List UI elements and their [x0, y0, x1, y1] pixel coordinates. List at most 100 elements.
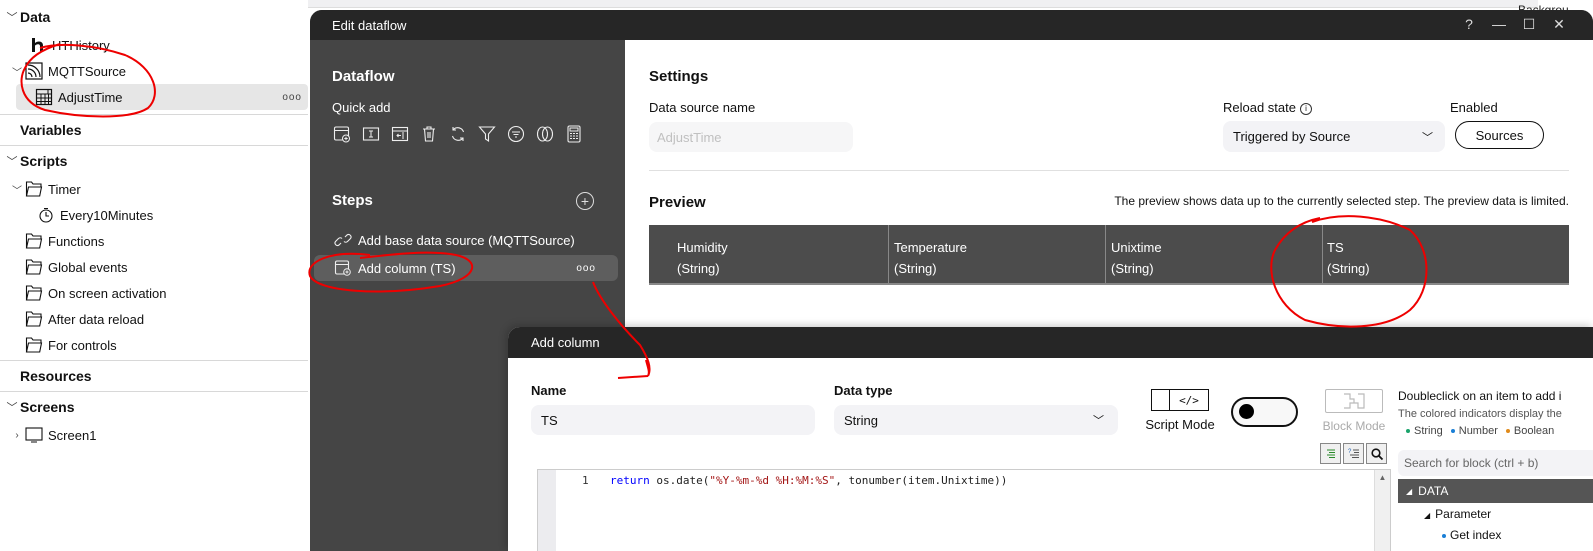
data-type-value: String	[844, 412, 878, 428]
block-category-data[interactable]: ◢ DATA	[1398, 479, 1593, 503]
column-header-temperature[interactable]: Temperature (String)	[889, 225, 1106, 283]
tree-section-scripts[interactable]: ﹀ Scripts	[0, 146, 308, 176]
code-keyword: return	[610, 474, 650, 487]
column-header-unixtime[interactable]: Unixtime (String)	[1106, 225, 1323, 283]
add-column-icon[interactable]	[332, 124, 352, 144]
filter-icon[interactable]	[477, 124, 497, 144]
triangle-down-icon: ◢	[1424, 511, 1431, 520]
script-editor[interactable]: 1 return os.date("%Y-%m-%d %H:%M:%S", to…	[537, 469, 1391, 551]
chevron-down-icon: ﹀	[1093, 415, 1104, 427]
tree-item-global-events[interactable]: Global events	[0, 254, 308, 280]
join-icon[interactable]	[535, 124, 555, 144]
chevron-down-icon[interactable]: ﹀	[10, 64, 24, 79]
preview-note: The preview shows data up to the current…	[1114, 194, 1569, 208]
tree-item-after-data-reload[interactable]: After data reload	[0, 306, 308, 332]
tree-section-resources[interactable]: Resources	[0, 361, 308, 391]
data-type-select[interactable]: String ﹀	[834, 405, 1118, 435]
legend-boolean: Boolean	[1505, 425, 1554, 437]
comment-code-icon[interactable]: ?	[1343, 443, 1364, 464]
more-options-icon[interactable]: ooo	[282, 92, 302, 103]
column-header-ts[interactable]: TS (String)	[1323, 225, 1569, 283]
reload-state-select[interactable]: Triggered by Source ﹀	[1223, 121, 1445, 152]
settings-heading: Settings	[649, 68, 709, 85]
minimize-icon[interactable]: —	[1491, 16, 1507, 33]
line-number: 1	[582, 474, 589, 487]
step-add-base-data-source[interactable]: Add base data source (MQTTSource)	[314, 227, 618, 253]
window-title-bar[interactable]: Edit dataflow	[310, 10, 1593, 40]
divider	[649, 170, 1569, 171]
folder-icon	[24, 336, 44, 354]
text-field-icon[interactable]	[361, 124, 381, 144]
chevron-right-icon[interactable]: ›	[10, 430, 24, 441]
tree-section-screens[interactable]: ﹀ Screens	[0, 392, 308, 422]
column-name-input[interactable]: TS	[531, 405, 815, 435]
tree-section-variables[interactable]: Variables	[0, 115, 308, 145]
tree-item-every10minutes[interactable]: Every10Minutes	[0, 202, 308, 228]
close-icon[interactable]: ✕	[1551, 16, 1567, 33]
editor-scrollbar[interactable]: ▲	[1374, 470, 1390, 551]
add-step-button[interactable]: +	[576, 192, 594, 210]
delete-icon[interactable]	[419, 124, 439, 144]
tree-item-on-screen-activation[interactable]: On screen activation	[0, 280, 308, 306]
legend-dot	[1450, 429, 1455, 434]
tree-item-functions[interactable]: Functions	[0, 228, 308, 254]
block-mode-option[interactable]: Block Mode	[1319, 389, 1389, 433]
tree-item-label: Screen1	[48, 427, 97, 443]
window-controls: ? — ☐ ✕	[1461, 16, 1567, 33]
chevron-down-icon[interactable]: ﹀	[4, 9, 20, 25]
reload-state-label: Reload state i	[1223, 100, 1312, 115]
column-header-humidity[interactable]: Humidity (String)	[649, 225, 889, 283]
background-window-strip	[308, 0, 1538, 8]
data-source-name-input[interactable]: AdjustTime	[649, 122, 853, 152]
triangle-down-icon: ◢	[1406, 486, 1413, 496]
column-name: Humidity	[677, 240, 728, 255]
tree-item-adjusttime[interactable]: AdjustTime ooo	[16, 84, 308, 110]
block-item-get-index[interactable]: Get index	[1442, 528, 1501, 542]
sources-button[interactable]: Sources	[1455, 121, 1544, 149]
enabled-label: Enabled	[1450, 100, 1498, 115]
block-search-input[interactable]: Search for block (ctrl + b)	[1398, 450, 1593, 476]
tree-item-hthistory[interactable]: HTHistory	[0, 32, 308, 58]
chevron-down-icon[interactable]: ﹀	[4, 399, 20, 415]
chevron-down-icon[interactable]: ﹀	[10, 182, 24, 197]
info-icon[interactable]: i	[1300, 102, 1312, 115]
block-label: Get index	[1450, 528, 1502, 542]
tree-item-label: Every10Minutes	[60, 207, 154, 223]
block-subcategory-parameter[interactable]: ◢ Parameter	[1424, 507, 1491, 521]
tree-item-label: For controls	[48, 337, 117, 353]
maximize-icon[interactable]: ☐	[1521, 16, 1537, 33]
mode-toggle[interactable]	[1231, 397, 1298, 427]
refresh-icon[interactable]	[448, 124, 468, 144]
tree-item-timer[interactable]: ﹀ Timer	[0, 176, 308, 202]
help-icon[interactable]: ?	[1461, 16, 1477, 33]
link-icon	[334, 232, 354, 248]
calculator-icon[interactable]	[564, 124, 584, 144]
tree-item-screen1[interactable]: › Screen1	[0, 422, 308, 448]
script-mode-option[interactable]: </> Script Mode	[1140, 389, 1220, 432]
scroll-up-icon[interactable]: ▲	[1375, 470, 1390, 486]
mqtt-signal-icon	[24, 62, 44, 80]
column-type: (String)	[677, 261, 720, 276]
tree-item-mqttsource[interactable]: ﹀ MQTTSource	[0, 58, 308, 84]
tree-item-for-controls[interactable]: For controls	[0, 332, 308, 358]
import-column-icon[interactable]	[390, 124, 410, 144]
section-label: Scripts	[20, 153, 68, 169]
format-code-icon[interactable]	[1320, 443, 1341, 464]
legend-dot	[1442, 533, 1446, 538]
reload-state-text: Reload state	[1223, 100, 1296, 115]
search-icon[interactable]	[1366, 443, 1387, 464]
data-source-name-label: Data source name	[649, 100, 756, 115]
dialog-title-bar[interactable]: Add column	[508, 327, 1593, 358]
code-string: "%Y-%m-%d %H:%M:%S"	[709, 474, 836, 487]
step-label: Add base data source (MQTTSource)	[358, 232, 575, 248]
folder-icon	[24, 258, 44, 276]
step-add-column-ts[interactable]: Add column (TS) ooo	[314, 255, 618, 281]
filter-circle-icon[interactable]	[506, 124, 526, 144]
tree-section-data[interactable]: ﹀ Data	[0, 2, 308, 32]
section-label: Screens	[20, 399, 75, 415]
tree-item-label: On screen activation	[48, 285, 167, 301]
code-line[interactable]: return os.date("%Y-%m-%d %H:%M:%S", tonu…	[610, 474, 1007, 487]
table-icon	[34, 88, 54, 106]
more-options-icon[interactable]: ooo	[576, 263, 596, 274]
chevron-down-icon[interactable]: ﹀	[4, 153, 20, 169]
